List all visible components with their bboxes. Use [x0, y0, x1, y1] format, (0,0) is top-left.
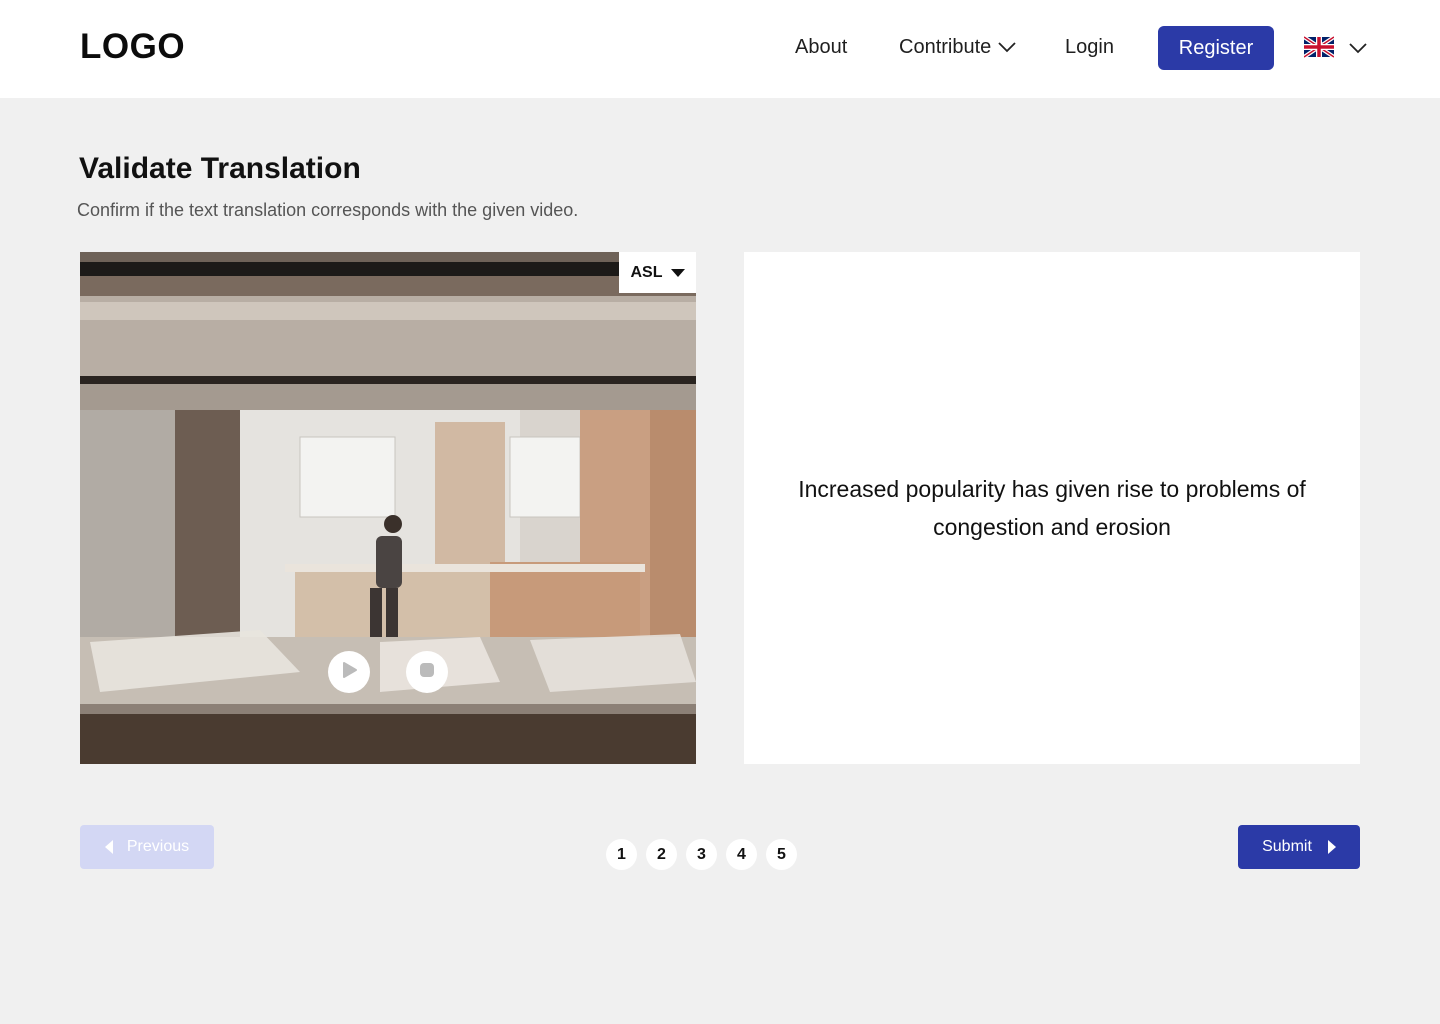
submit-label: Submit [1262, 838, 1312, 855]
video-player[interactable]: ASL [80, 252, 696, 764]
sign-language-select[interactable]: ASL [619, 252, 696, 293]
page-4-button[interactable]: 4 [726, 839, 757, 870]
page-5-button[interactable]: 5 [766, 839, 797, 870]
play-icon [338, 659, 360, 686]
nav-contribute-dropdown[interactable]: Contribute [899, 36, 1017, 59]
chevron-down-icon [1348, 41, 1368, 59]
submit-button[interactable]: Submit [1238, 825, 1360, 869]
caret-right-icon [1327, 840, 1336, 854]
previous-label: Previous [126, 838, 190, 855]
register-button[interactable]: Register [1158, 26, 1274, 70]
nav-login-link[interactable]: Login [1065, 36, 1114, 59]
video-frame-image [80, 252, 696, 764]
nav-login-label: Login [1065, 36, 1114, 58]
pagination: 1 2 3 4 5 [606, 839, 806, 870]
nav-contribute-label: Contribute [899, 36, 992, 58]
previous-button[interactable]: Previous [80, 825, 214, 869]
uk-flag-icon [1302, 35, 1336, 63]
translation-panel: Increased popularity has given rise to p… [744, 252, 1360, 764]
chevron-down-icon [997, 36, 1017, 59]
caret-down-icon [670, 268, 685, 277]
page-3-button[interactable]: 3 [686, 839, 717, 870]
stop-icon [417, 660, 437, 685]
nav-about-link[interactable]: About [795, 36, 847, 59]
page-2-button[interactable]: 2 [646, 839, 677, 870]
page-title: Validate Translation [79, 152, 361, 185]
page-1-button[interactable]: 1 [606, 839, 637, 870]
page-subtitle: Confirm if the text translation correspo… [77, 200, 579, 220]
caret-left-icon [104, 840, 113, 854]
logo[interactable]: LOGO [80, 27, 185, 67]
sign-language-value: ASL [630, 263, 663, 281]
stop-button[interactable] [406, 651, 448, 693]
translation-text: Increased popularity has given rise to p… [798, 476, 1306, 540]
top-header: LOGO About Contribute Login Register [0, 0, 1440, 98]
play-button[interactable] [328, 651, 370, 693]
nav-about-label: About [795, 36, 848, 58]
language-selector[interactable] [1302, 35, 1368, 63]
